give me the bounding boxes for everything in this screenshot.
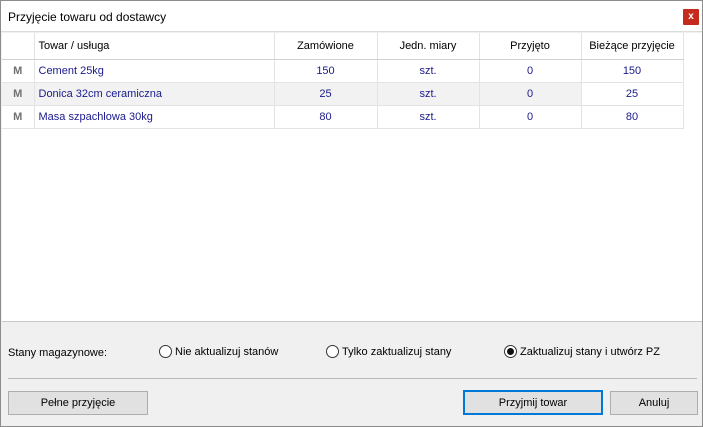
- separator: [8, 378, 697, 379]
- ordered-qty: 80: [274, 105, 378, 129]
- received-qty: 0: [479, 105, 582, 129]
- row-marker: M: [2, 59, 35, 83]
- dialog-title: Przyjęcie towaru od dostawcy: [8, 10, 167, 24]
- current-receipt-input[interactable]: 80: [580, 104, 684, 129]
- row-marker: M: [2, 82, 35, 106]
- grid-header-row: Towar / usługa Zamówione Jedn. miary Prz…: [2, 33, 684, 60]
- radio-label: Zaktualizuj stany i utwórz PZ: [520, 345, 660, 358]
- header-marker: [2, 33, 35, 60]
- radio-label: Nie aktualizuj stanów: [175, 345, 279, 358]
- goods-grid: Towar / usługa Zamówione Jedn. miary Prz…: [2, 33, 702, 322]
- goods-name: Cement 25kg: [34, 59, 275, 83]
- radio-label: Tylko zaktualizuj stany: [342, 345, 452, 358]
- stock-options: Stany magazynowe: Nie aktualizuj stanów …: [1, 343, 702, 363]
- ordered-qty: 25: [274, 82, 378, 106]
- radio-update-only[interactable]: Tylko zaktualizuj stany: [326, 345, 451, 358]
- received-qty: 0: [479, 59, 582, 83]
- header-current-receipt[interactable]: Bieżące przyjęcie: [581, 33, 684, 60]
- full-receipt-button[interactable]: Pełne przyjęcie: [8, 391, 148, 415]
- dialog-window: Przyjęcie towaru od dostawcy x Towar / u…: [0, 0, 703, 427]
- header-ordered[interactable]: Zamówione: [274, 33, 378, 60]
- title-bar: Przyjęcie towaru od dostawcy x: [1, 1, 702, 32]
- received-qty: 0: [479, 82, 582, 106]
- radio-button[interactable]: [326, 345, 339, 358]
- goods-name: Donica 32cm ceramiczna: [34, 82, 275, 106]
- close-button[interactable]: x: [683, 9, 699, 25]
- radio-update-and-pz[interactable]: Zaktualizuj stany i utwórz PZ: [504, 345, 660, 358]
- radio-button-selected[interactable]: [504, 345, 517, 358]
- header-received[interactable]: Przyjęto: [479, 33, 582, 60]
- row-marker: M: [2, 105, 35, 129]
- unit: szt.: [377, 82, 480, 106]
- accept-goods-button[interactable]: Przyjmij towar: [463, 390, 603, 415]
- ordered-qty: 150: [274, 59, 378, 83]
- header-goods[interactable]: Towar / usługa: [34, 33, 275, 60]
- stock-label: Stany magazynowe:: [8, 347, 108, 359]
- current-receipt-input[interactable]: 150: [580, 58, 684, 83]
- radio-no-update[interactable]: Nie aktualizuj stanów: [159, 345, 278, 358]
- unit: szt.: [377, 59, 480, 83]
- table-row[interactable]: M Donica 32cm ceramiczna 25 szt. 0 25: [2, 81, 684, 106]
- radio-button[interactable]: [159, 345, 172, 358]
- goods-name: Masa szpachlowa 30kg: [34, 105, 275, 129]
- header-unit[interactable]: Jedn. miary: [377, 33, 480, 60]
- current-receipt-input[interactable]: 25: [580, 81, 684, 106]
- unit: szt.: [377, 105, 480, 129]
- cancel-button[interactable]: Anuluj: [610, 391, 698, 415]
- table-row[interactable]: M Masa szpachlowa 30kg 80 szt. 0 80: [2, 104, 684, 129]
- table-row[interactable]: M Cement 25kg 150 szt. 0 150: [2, 58, 684, 83]
